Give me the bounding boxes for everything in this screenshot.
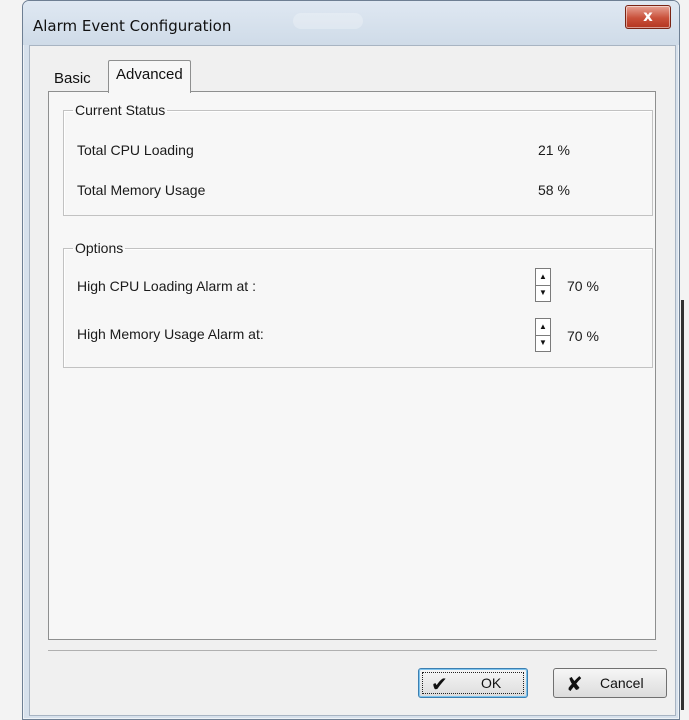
tab-advanced[interactable]: Advanced [108, 60, 191, 93]
ok-button-label: OK [481, 675, 502, 691]
cancel-button-label: Cancel [600, 675, 644, 691]
options-legend: Options [75, 240, 124, 256]
memory-usage-value: 58 % [538, 182, 570, 198]
memory-alarm-up-arrow-icon[interactable]: ▲ [536, 319, 550, 336]
cancel-button[interactable]: ✘ Cancel [553, 668, 667, 698]
dialog-body: Basic Advanced Current Status Total CPU … [29, 45, 676, 716]
cpu-loading-label: Total CPU Loading [77, 142, 194, 158]
memory-usage-label: Total Memory Usage [77, 182, 206, 198]
cpu-alarm-label: High CPU Loading Alarm at : [77, 278, 256, 294]
advanced-tab-panel: Current Status Total CPU Loading 21 % To… [48, 91, 656, 640]
cpu-loading-value: 21 % [538, 142, 570, 158]
alarm-config-dialog: Alarm Event Configuration x Basic Advanc… [22, 0, 680, 720]
memory-alarm-spinner[interactable]: ▲ ▼ [535, 318, 551, 352]
cpu-alarm-up-arrow-icon[interactable]: ▲ [536, 269, 550, 286]
window-title: Alarm Event Configuration [33, 17, 232, 35]
memory-alarm-label: High Memory Usage Alarm at: [77, 326, 264, 342]
checkmark-icon: ✔ [431, 672, 448, 696]
cpu-alarm-down-arrow-icon[interactable]: ▼ [536, 285, 550, 301]
cpu-alarm-spinner[interactable]: ▲ ▼ [535, 268, 551, 302]
cpu-alarm-value: 70 % [567, 278, 599, 294]
x-icon: ✘ [566, 672, 583, 696]
background-window-edge [681, 300, 684, 710]
memory-alarm-value: 70 % [567, 328, 599, 344]
current-status-legend: Current Status [75, 102, 166, 118]
title-bar-glare [293, 13, 363, 29]
footer-divider [48, 650, 657, 651]
ok-button[interactable]: ✔ OK [418, 668, 528, 698]
close-icon: x [643, 7, 653, 25]
close-button[interactable]: x [625, 5, 671, 29]
current-status-group: Current Status Total CPU Loading 21 % To… [63, 102, 653, 216]
tab-basic[interactable]: Basic [48, 66, 97, 92]
memory-alarm-down-arrow-icon[interactable]: ▼ [536, 335, 550, 351]
options-group: Options High CPU Loading Alarm at : ▲ ▼ … [63, 240, 653, 368]
title-bar[interactable]: Alarm Event Configuration x [23, 1, 679, 45]
